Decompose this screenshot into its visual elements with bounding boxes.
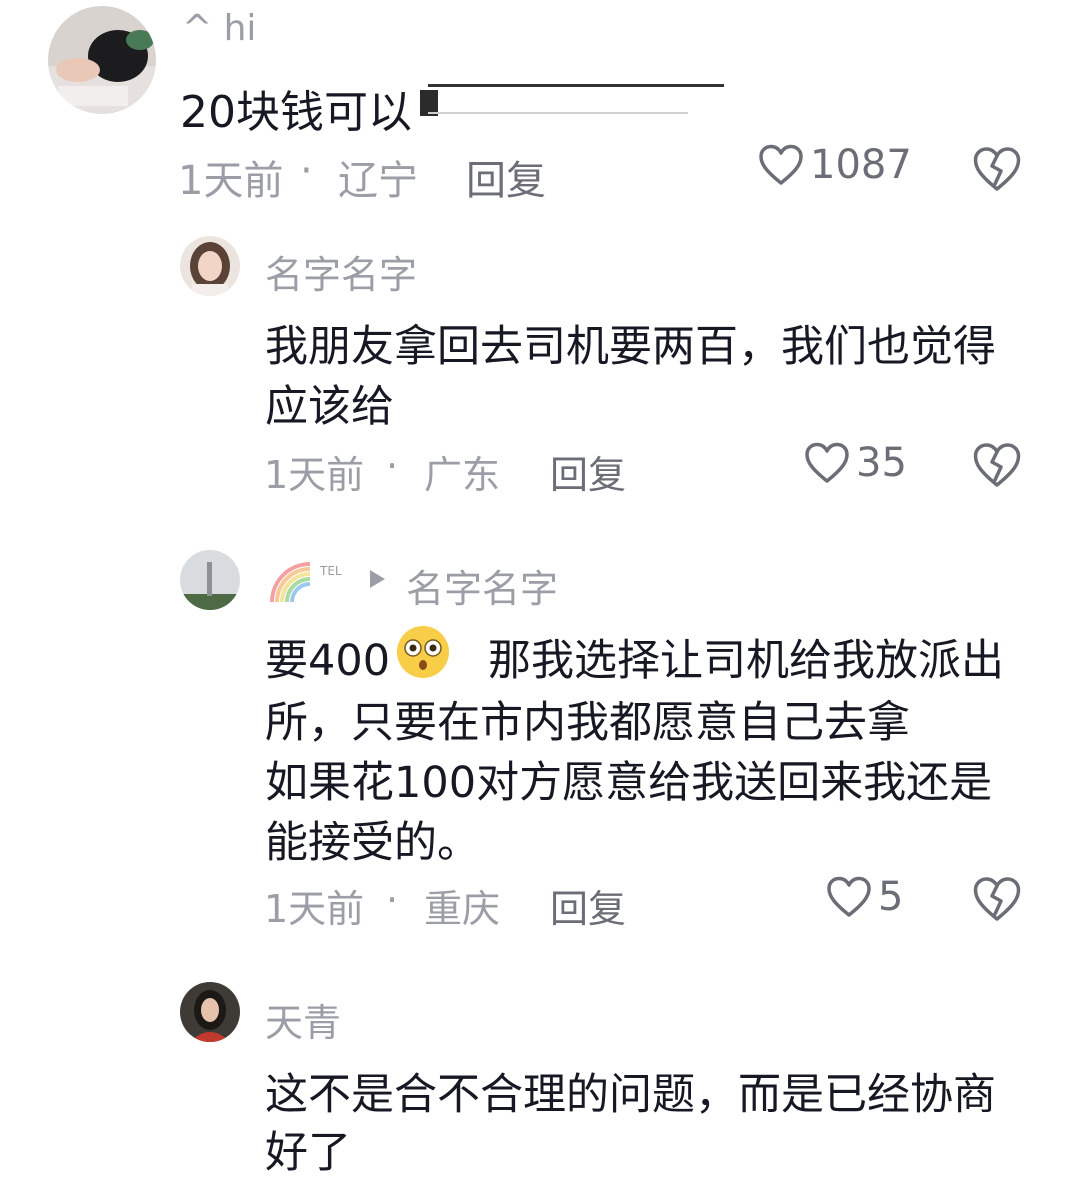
comment-text: 20块钱可以 [180,87,412,138]
tel-badge: TEL [320,564,342,578]
comment-location: 辽宁 [338,158,418,204]
flushed-face-emoji-icon [397,626,449,678]
meta-separator: · [386,878,399,922]
comment-username[interactable]: ^ hi [182,8,256,49]
comment-time: 1天前 [178,158,284,204]
like-count: 1087 [810,142,912,188]
heart-outline-icon [805,442,849,483]
avatar[interactable] [180,550,240,610]
comment-username[interactable]: 天青 [265,992,341,1047]
comment-text: 那我选择让司机给我放派出 [488,636,1004,686]
comment-text: 应该给 [265,382,394,432]
dislike-button[interactable] [972,146,1022,196]
dislike-button[interactable] [972,876,1022,926]
like-count: 35 [856,440,907,486]
comment-text: 能接受的。 [265,818,480,868]
reply-arrow-icon [370,570,385,588]
heart-outline-icon [827,876,871,917]
avatar[interactable] [180,236,240,296]
heart-outline-icon [759,144,803,185]
redaction-mark [428,112,688,114]
comment-username[interactable]: 名字名字 [265,244,417,299]
comment-time: 1天前 [264,887,365,931]
like-button[interactable]: 5 [826,874,903,920]
avatar[interactable] [48,6,156,114]
reply-target-username[interactable]: 名字名字 [406,558,558,613]
comment-text: 如果花100对方愿意给我送回来我还是 [265,758,993,808]
comment-text: 我朋友拿回去司机要两百，我们也觉得 [265,322,996,372]
dislike-button[interactable] [972,442,1022,492]
rainbow-icon [270,562,311,603]
reply-button[interactable]: 回复 [466,148,546,206]
comment-text: 要400 [265,636,391,686]
broken-heart-icon [973,443,1021,487]
comment-location: 重庆 [424,887,501,931]
comment-location: 广东 [424,453,501,497]
like-count: 5 [878,874,904,920]
like-button[interactable]: 35 [804,440,907,486]
comment-text: 所，只要在市内我都愿意自己去拿 [265,698,910,748]
comment-time: 1天前 [264,453,365,497]
meta-separator: · [300,148,313,194]
comment-text: 好了 [265,1128,351,1178]
comment-text: 这不是合不合理的问题，而是已经协商 [265,1070,996,1120]
like-button[interactable]: 1087 [758,142,912,188]
meta-separator: · [386,444,399,488]
redaction-mark [428,84,724,87]
reply-button[interactable]: 回复 [550,444,626,499]
broken-heart-icon [973,147,1021,191]
avatar[interactable] [180,982,240,1042]
reply-button[interactable]: 回复 [550,878,626,933]
broken-heart-icon [973,877,1021,921]
